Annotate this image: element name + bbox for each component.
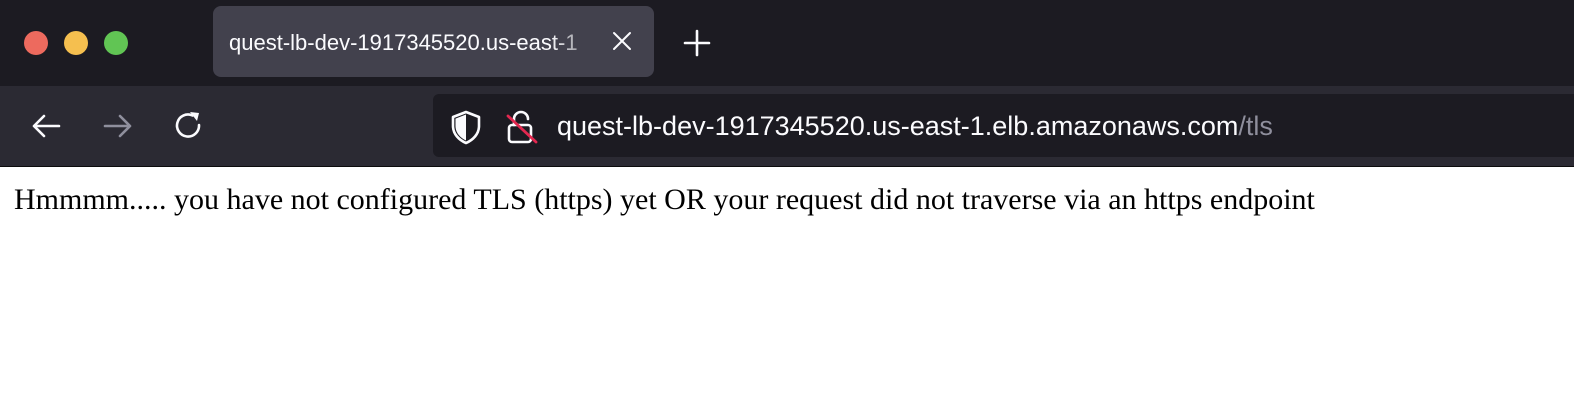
- url-path: /tls: [1238, 111, 1273, 141]
- browser-navigation-bar: quest-lb-dev-1917345520.us-east-1.elb.am…: [0, 86, 1574, 167]
- url-text[interactable]: quest-lb-dev-1917345520.us-east-1.elb.am…: [557, 109, 1273, 143]
- page-message: Hmmmm..... you have not configured TLS (…: [14, 183, 1315, 216]
- reload-icon[interactable]: [171, 108, 207, 144]
- arrow-left-icon[interactable]: [28, 108, 64, 144]
- close-icon[interactable]: [609, 28, 635, 54]
- window-close-button[interactable]: [24, 31, 48, 55]
- tab-title: quest-lb-dev-1917345520.us-east-1: [229, 30, 578, 55]
- page-content: Hmmmm..... you have not configured TLS (…: [14, 179, 1554, 221]
- window-minimize-button[interactable]: [64, 31, 88, 55]
- address-bar[interactable]: quest-lb-dev-1917345520.us-east-1.elb.am…: [433, 94, 1574, 157]
- shield-icon[interactable]: [449, 109, 483, 145]
- browser-title-bar: quest-lb-dev-1917345520.us-east-1: [0, 0, 1574, 86]
- arrow-right-icon: [103, 114, 132, 138]
- url-host: quest-lb-dev-1917345520.us-east-1.elb.am…: [557, 111, 1239, 141]
- browser-tab-active[interactable]: quest-lb-dev-1917345520.us-east-1: [213, 6, 654, 77]
- window-zoom-button[interactable]: [104, 31, 128, 55]
- plus-icon[interactable]: [680, 26, 714, 60]
- lock-slash-icon[interactable]: [503, 108, 539, 146]
